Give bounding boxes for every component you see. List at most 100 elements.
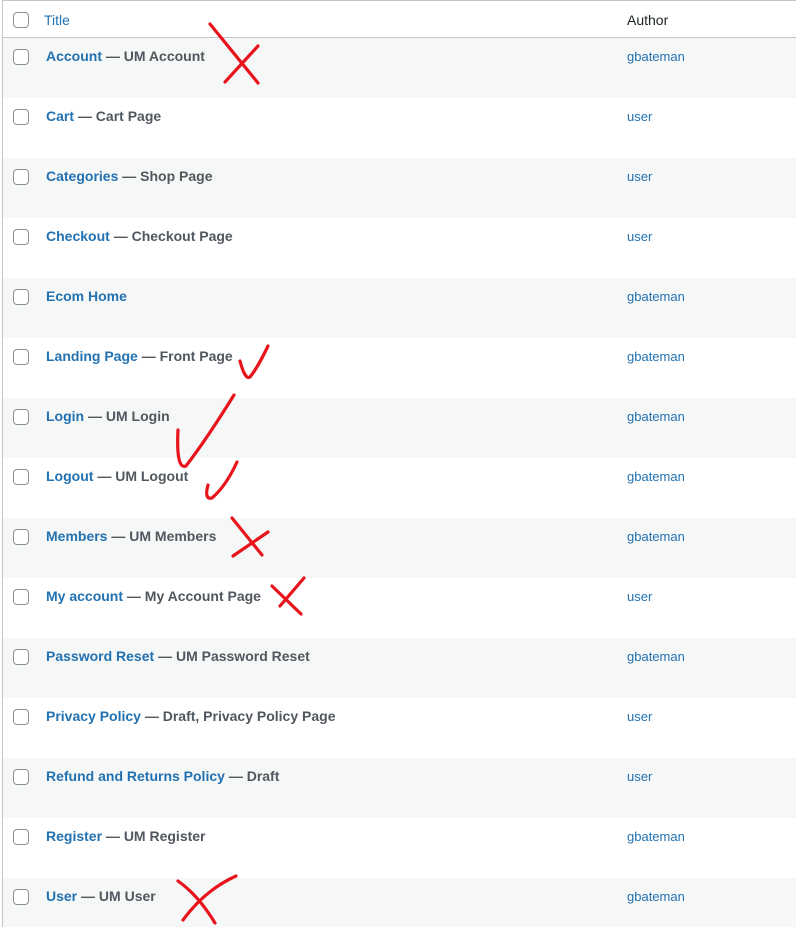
- row-title-cell: Login — UM Login: [46, 408, 170, 424]
- table-row: My account — My Account Page user: [3, 578, 796, 638]
- row-post-state: UM Logout: [115, 468, 189, 484]
- row-title-link[interactable]: Landing Page: [46, 348, 138, 364]
- table-body: Account — UM Account gbateman Cart — Cart …: [3, 38, 796, 927]
- row-title-link[interactable]: Privacy Policy: [46, 708, 141, 724]
- row-author-link[interactable]: gbateman: [627, 289, 685, 304]
- row-state-separator: —: [105, 828, 120, 844]
- row-state-separator: —: [111, 528, 126, 544]
- table-row: Password Reset — UM Password Reset gbatem…: [3, 638, 796, 698]
- table-row: Refund and Returns Policy — Draft user: [3, 758, 796, 818]
- table-row: Categories — Shop Page user: [3, 158, 796, 218]
- row-checkbox[interactable]: [13, 469, 29, 485]
- row-title-cell: Landing Page — Front Page: [46, 348, 233, 364]
- row-title-link[interactable]: Members: [46, 528, 107, 544]
- table-row: Logout — UM Logout gbateman: [3, 458, 796, 518]
- row-checkbox[interactable]: [13, 109, 29, 125]
- table-row: Members — UM Members gbateman: [3, 518, 796, 578]
- row-state-separator: —: [113, 228, 128, 244]
- row-title-cell: Members — UM Members: [46, 528, 216, 544]
- row-title-cell: My account — My Account Page: [46, 588, 261, 604]
- row-title-link[interactable]: Password Reset: [46, 648, 154, 664]
- row-state-separator: —: [141, 348, 156, 364]
- row-title-cell: Checkout — Checkout Page: [46, 228, 233, 244]
- row-checkbox[interactable]: [13, 829, 29, 845]
- row-post-state: Front Page: [159, 348, 233, 364]
- table-row: User — UM User gbateman: [3, 878, 796, 927]
- row-author-link[interactable]: user: [627, 709, 652, 724]
- row-state-separator: —: [88, 408, 102, 424]
- row-title-cell: Account — UM Account: [46, 48, 205, 64]
- row-checkbox[interactable]: [13, 649, 29, 665]
- row-checkbox[interactable]: [13, 49, 29, 65]
- row-checkbox[interactable]: [13, 889, 29, 905]
- table-row: Privacy Policy — Draft, Privacy Policy P…: [3, 698, 796, 758]
- row-title-link[interactable]: Ecom Home: [46, 288, 127, 304]
- row-title-link[interactable]: User: [46, 888, 77, 904]
- table-row: Cart — Cart Page user: [3, 98, 796, 158]
- row-post-state: Draft, Privacy Policy Page: [162, 708, 336, 724]
- row-title-link[interactable]: Checkout: [46, 228, 110, 244]
- row-author-link[interactable]: user: [627, 169, 652, 184]
- row-state-separator: —: [144, 708, 159, 724]
- row-post-state: UM Members: [129, 528, 217, 544]
- row-author-link[interactable]: user: [627, 229, 652, 244]
- row-title-link[interactable]: Logout: [46, 468, 93, 484]
- row-checkbox[interactable]: [13, 769, 29, 785]
- row-title-link[interactable]: Refund and Returns Policy: [46, 768, 225, 784]
- row-post-state: UM Password Reset: [175, 648, 310, 664]
- row-post-state: Cart Page: [95, 108, 162, 124]
- row-title-link[interactable]: Account: [46, 48, 102, 64]
- row-author-link[interactable]: user: [627, 589, 652, 604]
- row-author-link[interactable]: gbateman: [627, 49, 685, 64]
- row-checkbox[interactable]: [13, 349, 29, 365]
- column-title-header[interactable]: Title: [44, 12, 70, 28]
- row-state-separator: —: [122, 168, 137, 184]
- row-checkbox[interactable]: [13, 169, 29, 185]
- row-title-link[interactable]: Cart: [46, 108, 74, 124]
- row-post-state: UM User: [98, 888, 156, 904]
- row-state-separator: —: [126, 588, 141, 604]
- table-row: Account — UM Account gbateman: [3, 38, 796, 98]
- row-author-link[interactable]: gbateman: [627, 889, 685, 904]
- table-row: Checkout — Checkout Page user: [3, 218, 796, 278]
- row-checkbox[interactable]: [13, 229, 29, 245]
- table-header: Title Author: [3, 1, 796, 38]
- row-post-state: My Account Page: [144, 588, 261, 604]
- row-title-cell: Refund and Returns Policy — Draft: [46, 768, 279, 784]
- row-state-separator: —: [158, 648, 173, 664]
- row-author-link[interactable]: gbateman: [627, 469, 685, 484]
- row-title-link[interactable]: My account: [46, 588, 123, 604]
- row-author-link[interactable]: gbateman: [627, 829, 685, 844]
- row-author-link[interactable]: user: [627, 109, 652, 124]
- row-author-link[interactable]: gbateman: [627, 649, 685, 664]
- row-post-state: Shop Page: [140, 168, 213, 184]
- row-checkbox[interactable]: [13, 289, 29, 305]
- table-row: Ecom Home gbateman: [3, 278, 796, 338]
- row-author-link[interactable]: gbateman: [627, 529, 685, 544]
- row-title-link[interactable]: Categories: [46, 168, 118, 184]
- row-state-separator: —: [97, 468, 112, 484]
- row-title-cell: Logout — UM Logout: [46, 468, 188, 484]
- row-state-separator: —: [105, 48, 120, 64]
- row-post-state: UM Login: [105, 408, 170, 424]
- row-checkbox[interactable]: [13, 529, 29, 545]
- row-checkbox[interactable]: [13, 409, 29, 425]
- row-title-cell: User — UM User: [46, 888, 156, 904]
- row-checkbox[interactable]: [13, 709, 29, 725]
- row-title-cell: Password Reset — UM Password Reset: [46, 648, 310, 664]
- row-post-state: Draft: [246, 768, 280, 784]
- row-title-cell: Register — UM Register: [46, 828, 206, 844]
- row-title-link[interactable]: Register: [46, 828, 102, 844]
- row-state-separator: —: [77, 108, 92, 124]
- row-state-separator: —: [228, 768, 243, 784]
- row-author-link[interactable]: gbateman: [627, 349, 685, 364]
- row-title-link[interactable]: Login: [46, 408, 84, 424]
- select-all-checkbox[interactable]: [13, 12, 29, 28]
- column-author-header: Author: [627, 12, 669, 28]
- row-title-cell: Cart — Cart Page: [46, 108, 161, 124]
- row-author-link[interactable]: user: [627, 769, 652, 784]
- row-state-separator: —: [81, 888, 96, 904]
- row-title-cell: Categories — Shop Page: [46, 168, 213, 184]
- row-author-link[interactable]: gbateman: [627, 409, 685, 424]
- row-checkbox[interactable]: [13, 589, 29, 605]
